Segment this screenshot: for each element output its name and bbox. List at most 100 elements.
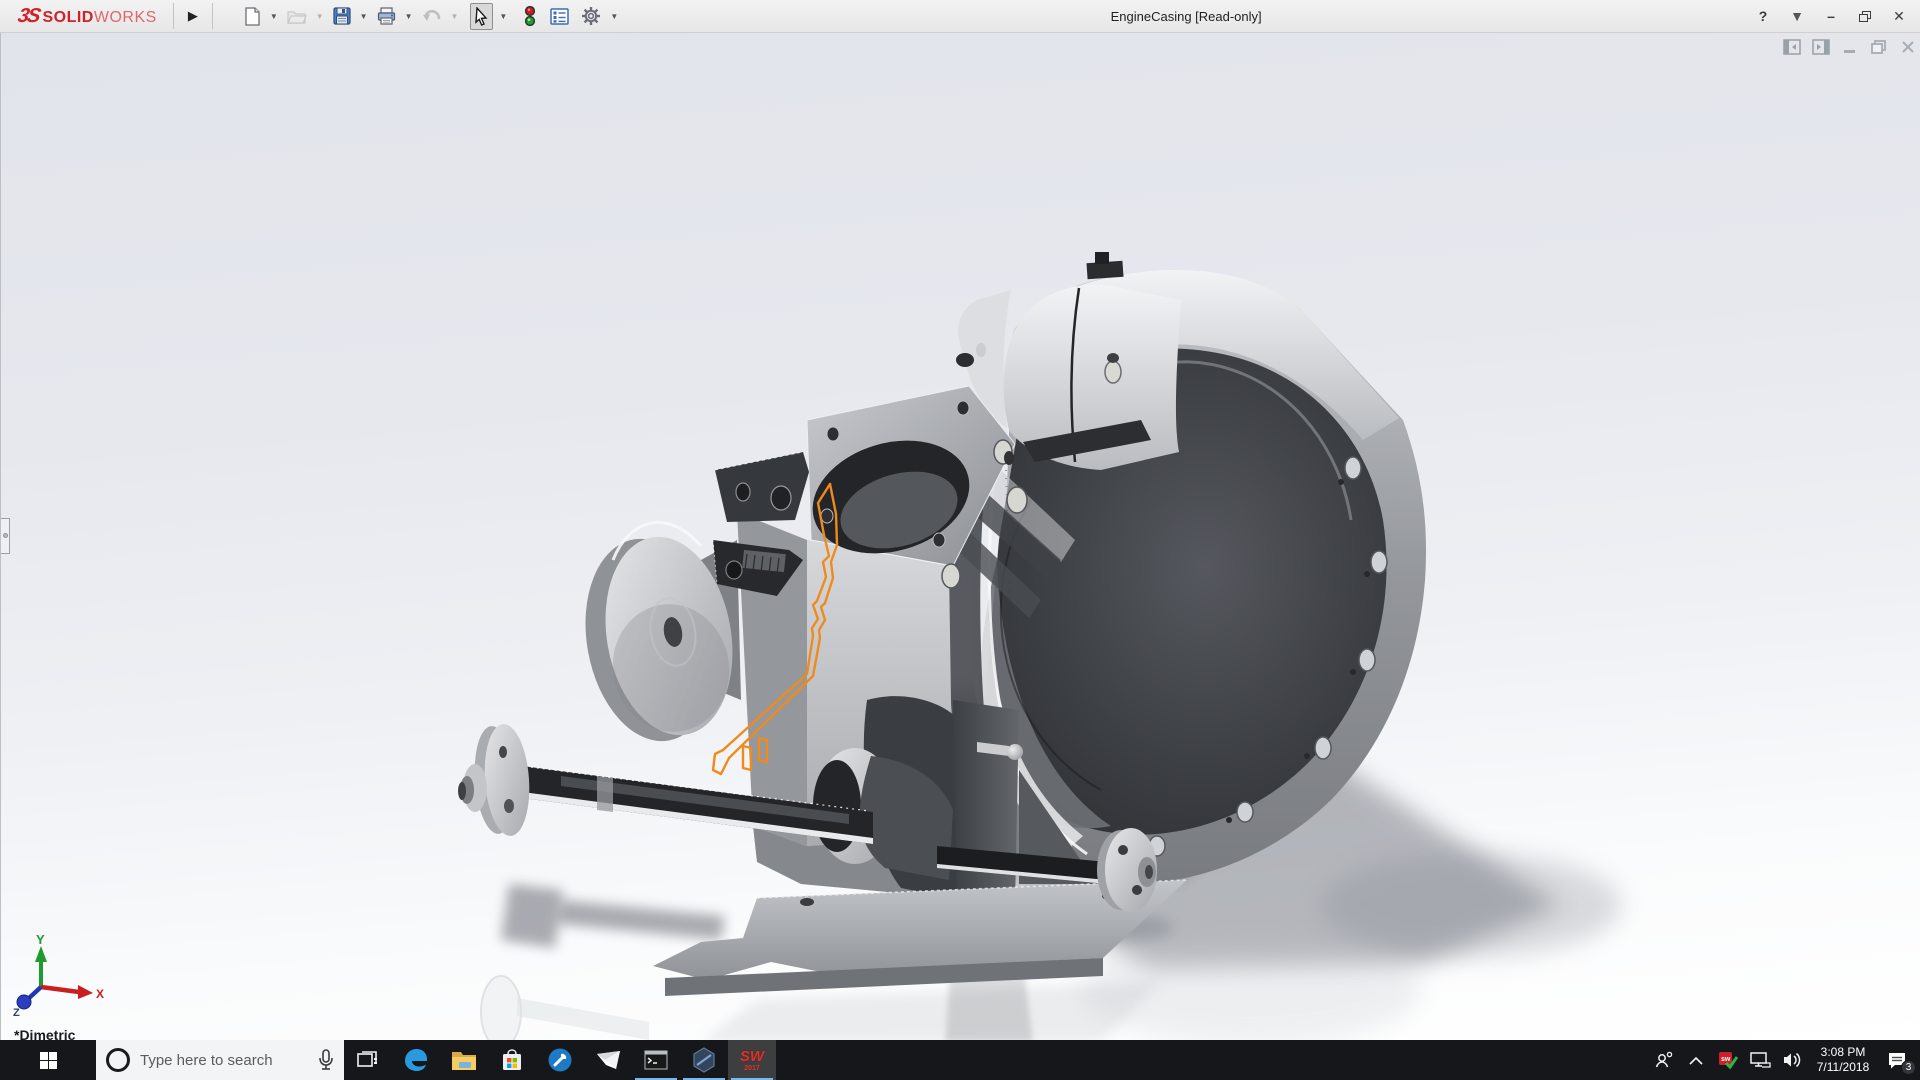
taskbar-store[interactable] [488, 1040, 536, 1080]
open-folder-icon [286, 11, 307, 24]
save-button[interactable] [330, 3, 354, 29]
menu-expand-arrow[interactable]: ▶ [180, 4, 206, 28]
solidworks-monitor-tray[interactable]: sw [1714, 1040, 1742, 1080]
svg-text:sw: sw [1721, 1056, 1731, 1063]
doc-restore-button[interactable] [1869, 38, 1889, 56]
undo-dropdown: ▼ [450, 11, 459, 21]
volume-icon [1784, 1052, 1801, 1068]
doc-close-button[interactable] [1898, 38, 1918, 56]
collapse-left-pane-button[interactable] [1782, 38, 1802, 56]
engine-casing-model[interactable]: Y X Z [1, 33, 1920, 1040]
select-cursor-icon [475, 6, 488, 26]
hidden-icons-button[interactable] [1682, 1040, 1710, 1080]
triad-x-label: X [96, 987, 104, 1001]
taskbar-mail[interactable] [584, 1040, 632, 1080]
triad-y-label: Y [36, 932, 45, 947]
rebuild-traffic-light-icon [525, 6, 536, 26]
task-view-button[interactable] [344, 1040, 392, 1080]
network-button[interactable] [1746, 1040, 1774, 1080]
tray-time: 3:08 PM [1820, 1045, 1866, 1059]
windows-taskbar: Type here to search SW 2017 sw 3:08 PM 7… [0, 1040, 1920, 1080]
orientation-triad: Y X Z [13, 932, 104, 1019]
hexagon-app-icon [693, 1047, 715, 1073]
help-dropdown[interactable]: ▼ [1784, 8, 1810, 24]
mail-icon [596, 1051, 620, 1069]
edge-icon [405, 1049, 427, 1071]
tray-date: 7/11/2018 [1816, 1060, 1870, 1074]
solidworks-check-icon: sw [1719, 1052, 1738, 1070]
undo-icon [422, 9, 440, 21]
titlebar: 3S SOLID WORKS ▶ ▼ ▼ ▼ ▼ ▼ ▼ ▼ EngineCas… [0, 0, 1920, 33]
file-explorer-icon [452, 1052, 476, 1070]
task-pane-list-icon [550, 7, 570, 25]
collapse-right-pane-button[interactable] [1811, 38, 1831, 56]
taskbar-file-explorer[interactable] [440, 1040, 488, 1080]
solidworks-app-icon: SW 2017 [740, 1049, 764, 1072]
taskbar-solidworks[interactable]: SW 2017 [728, 1040, 776, 1080]
separator [172, 3, 174, 29]
open-button[interactable] [284, 4, 310, 28]
microphone-icon[interactable] [318, 1049, 334, 1071]
search-placeholder: Type here to search [140, 1051, 273, 1069]
task-pane-button[interactable] [547, 4, 572, 29]
graphics-viewport[interactable]: Y X Z *Dimetric [0, 33, 1920, 1040]
notification-badge: 3 [1901, 1060, 1916, 1075]
volume-button[interactable] [1778, 1040, 1806, 1080]
close-button[interactable]: ✕ [1886, 8, 1912, 25]
windows-logo-icon [39, 1051, 57, 1069]
solidworks-logo[interactable]: 3S SOLID WORKS [0, 5, 167, 28]
quick-access-toolbar: ▼ ▼ ▼ ▼ ▼ ▼ ▼ [241, 2, 622, 30]
options-dropdown[interactable]: ▼ [606, 12, 622, 21]
options-gear-icon [582, 7, 601, 25]
network-icon [1750, 1052, 1771, 1068]
people-button[interactable] [1650, 1040, 1678, 1080]
task-view-icon [357, 1051, 377, 1067]
new-document-dropdown[interactable]: ▼ [266, 12, 282, 21]
featuremanager-splitter-tab[interactable] [1, 518, 10, 554]
store-icon [503, 1049, 521, 1070]
brand-works: WORKS [93, 8, 157, 26]
print-icon [377, 7, 395, 25]
start-button[interactable] [0, 1040, 96, 1080]
new-document-button[interactable] [241, 3, 264, 30]
brand-solid: SOLID [42, 8, 94, 26]
sw-logo-text: SW [739, 1047, 765, 1065]
options-button[interactable] [578, 2, 604, 30]
select-tool-button[interactable] [470, 2, 494, 30]
help-button[interactable]: ? [1750, 8, 1776, 24]
minimize-button[interactable]: – [1818, 8, 1844, 24]
triad-z-label: Z [13, 1007, 20, 1019]
cortana-icon [106, 1048, 130, 1072]
command-prompt-icon [644, 1050, 668, 1070]
taskbar-support-tool[interactable] [536, 1040, 584, 1080]
taskbar-command-prompt[interactable] [632, 1040, 680, 1080]
restore-button[interactable] [1852, 10, 1878, 22]
separator [211, 3, 213, 29]
support-wrench-icon [548, 1048, 572, 1072]
solidworks-logo-mark-icon: 3S [15, 4, 41, 27]
splitter-dot [3, 533, 8, 538]
new-document-icon [245, 6, 260, 26]
undo-button[interactable] [419, 4, 445, 28]
view-orientation-label: *Dimetric [14, 1027, 76, 1040]
sw-logo-year: 2017 [744, 1064, 760, 1072]
taskbar-edge[interactable] [392, 1040, 440, 1080]
taskbar-search[interactable]: Type here to search [96, 1040, 344, 1080]
system-tray: sw 3:08 PM 7/11/2018 3 [1650, 1040, 1920, 1080]
rebuild-button[interactable] [521, 2, 539, 30]
save-dropdown[interactable]: ▼ [356, 12, 372, 21]
open-dropdown: ▼ [315, 11, 324, 21]
print-dropdown[interactable]: ▼ [401, 12, 417, 21]
tray-clock[interactable]: 3:08 PM 7/11/2018 [1810, 1045, 1876, 1075]
taskbar-hexagon-app[interactable] [680, 1040, 728, 1080]
print-button[interactable] [374, 3, 399, 29]
chevron-up-icon [1689, 1056, 1703, 1065]
doc-minimize-button[interactable] [1840, 38, 1860, 56]
people-icon [1655, 1051, 1673, 1068]
save-floppy-icon [333, 7, 351, 25]
window-controls: ? ▼ – ✕ [1750, 8, 1920, 25]
document-title: EngineCasing [Read-only] [1110, 8, 1262, 24]
action-center-button[interactable]: 3 [1880, 1040, 1916, 1080]
select-tool-dropdown[interactable]: ▼ [495, 12, 511, 21]
document-window-controls [1782, 38, 1918, 56]
